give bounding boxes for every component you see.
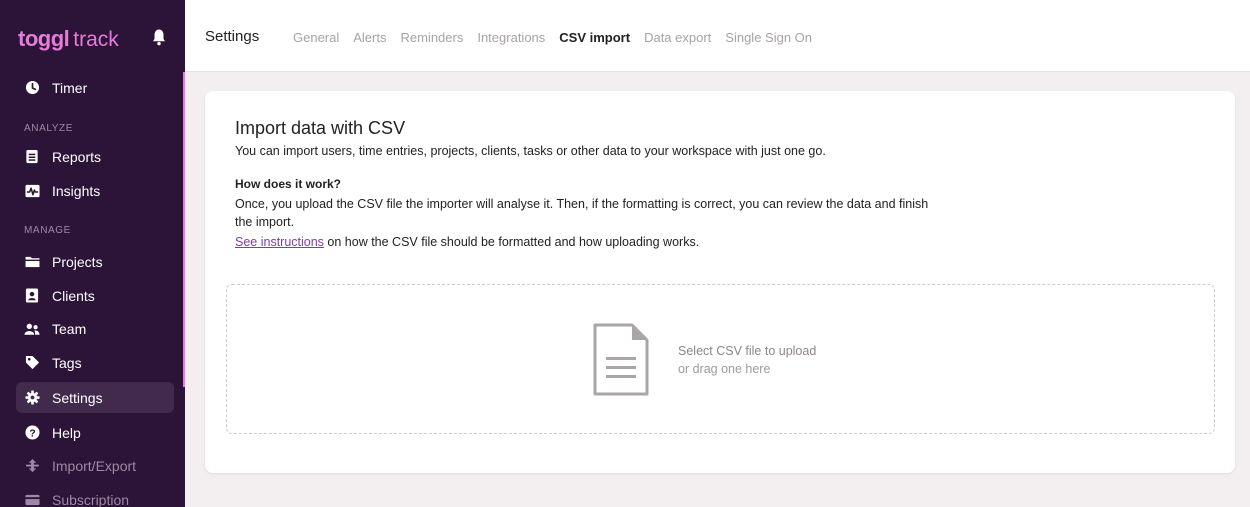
import-title: Import data with CSV xyxy=(235,118,406,138)
credit-card-icon xyxy=(24,492,40,507)
topbar: Settings General Alerts Reminders Integr… xyxy=(185,0,1250,72)
dropzone-primary-text[interactable]: Select CSV file to upload xyxy=(678,344,816,358)
tab-general[interactable]: General xyxy=(293,30,339,45)
sidebar-item-timer[interactable]: Timer xyxy=(16,72,174,103)
bell-icon[interactable] xyxy=(151,28,167,46)
brand-logo[interactable]: toggl track xyxy=(18,26,119,51)
tab-single-sign-on[interactable]: Single Sign On xyxy=(725,30,812,45)
sidebar-item-label: Import/Export xyxy=(52,457,137,474)
sidebar-item-reports[interactable]: Reports xyxy=(16,141,174,172)
how-it-works-body: Once, you upload the CSV file the import… xyxy=(235,197,929,229)
brand-name: toggl xyxy=(18,26,70,51)
folder-icon xyxy=(24,254,40,270)
tab-data-export[interactable]: Data export xyxy=(644,30,711,45)
sidebar-item-settings[interactable]: Settings xyxy=(16,382,174,413)
import-export-icon xyxy=(24,458,40,474)
section-manage: MANAGE xyxy=(24,225,71,236)
sidebar-item-projects[interactable]: Projects xyxy=(16,246,174,277)
tag-icon xyxy=(24,355,40,371)
instructions-line: See instructions on how the CSV file sho… xyxy=(235,235,699,249)
see-instructions-link[interactable]: See instructions xyxy=(235,235,324,249)
sidebar-item-tags[interactable]: Tags xyxy=(16,347,174,378)
sidebar-item-insights[interactable]: Insights xyxy=(16,175,174,206)
sidebar-item-label: Projects xyxy=(52,253,103,270)
settings-tabs: General Alerts Reminders Integrations CS… xyxy=(293,30,826,45)
sidebar-item-label: Timer xyxy=(52,79,88,96)
sidebar-item-label: Settings xyxy=(52,389,103,406)
csv-import-card: Import data with CSV You can import user… xyxy=(205,91,1235,473)
gear-icon xyxy=(24,390,40,406)
sidebar-item-label: Subscription xyxy=(52,491,130,507)
import-subtitle: You can import users, time entries, proj… xyxy=(235,144,826,158)
how-it-works-title: How does it work? xyxy=(235,177,342,191)
sidebar-item-help[interactable]: ? Help xyxy=(16,417,174,448)
sidebar-item-label: Help xyxy=(52,424,81,441)
sidebar-accent-bar xyxy=(183,72,185,387)
clock-icon xyxy=(24,80,40,96)
sidebar-item-team[interactable]: Team xyxy=(16,313,174,344)
svg-text:?: ? xyxy=(29,428,35,439)
file-icon xyxy=(593,323,649,396)
sidebar-item-clients[interactable]: Clients xyxy=(16,280,174,311)
tab-reminders[interactable]: Reminders xyxy=(400,30,463,45)
sidebar-item-label: Reports xyxy=(52,148,102,165)
sidebar: toggl track Timer ANALYZE Reports Insigh… xyxy=(0,0,185,507)
section-analyze: ANALYZE xyxy=(24,123,74,134)
sidebar-item-label: Clients xyxy=(52,287,95,304)
document-icon xyxy=(24,149,40,165)
help-icon: ? xyxy=(24,425,40,441)
tab-integrations[interactable]: Integrations xyxy=(477,30,545,45)
brand-product: track xyxy=(73,28,119,51)
sidebar-item-label: Tags xyxy=(52,354,82,371)
sidebar-item-import-export[interactable]: Import/Export xyxy=(16,450,174,481)
instructions-suffix: on how the CSV file should be formatted … xyxy=(323,235,700,249)
csv-dropzone[interactable]: Select CSV file to upload or drag one he… xyxy=(226,284,1215,434)
contact-card-icon xyxy=(24,288,40,304)
tab-alerts[interactable]: Alerts xyxy=(353,30,386,45)
tab-csv-import[interactable]: CSV import xyxy=(559,30,630,45)
page-title: Settings xyxy=(205,28,260,45)
sidebar-item-label: Team xyxy=(52,320,87,337)
insights-icon xyxy=(24,183,40,199)
sidebar-item-subscription[interactable]: Subscription xyxy=(16,484,174,507)
dropzone-secondary-text: or drag one here xyxy=(678,362,771,376)
sidebar-item-label: Insights xyxy=(52,182,101,199)
team-icon xyxy=(24,321,40,337)
